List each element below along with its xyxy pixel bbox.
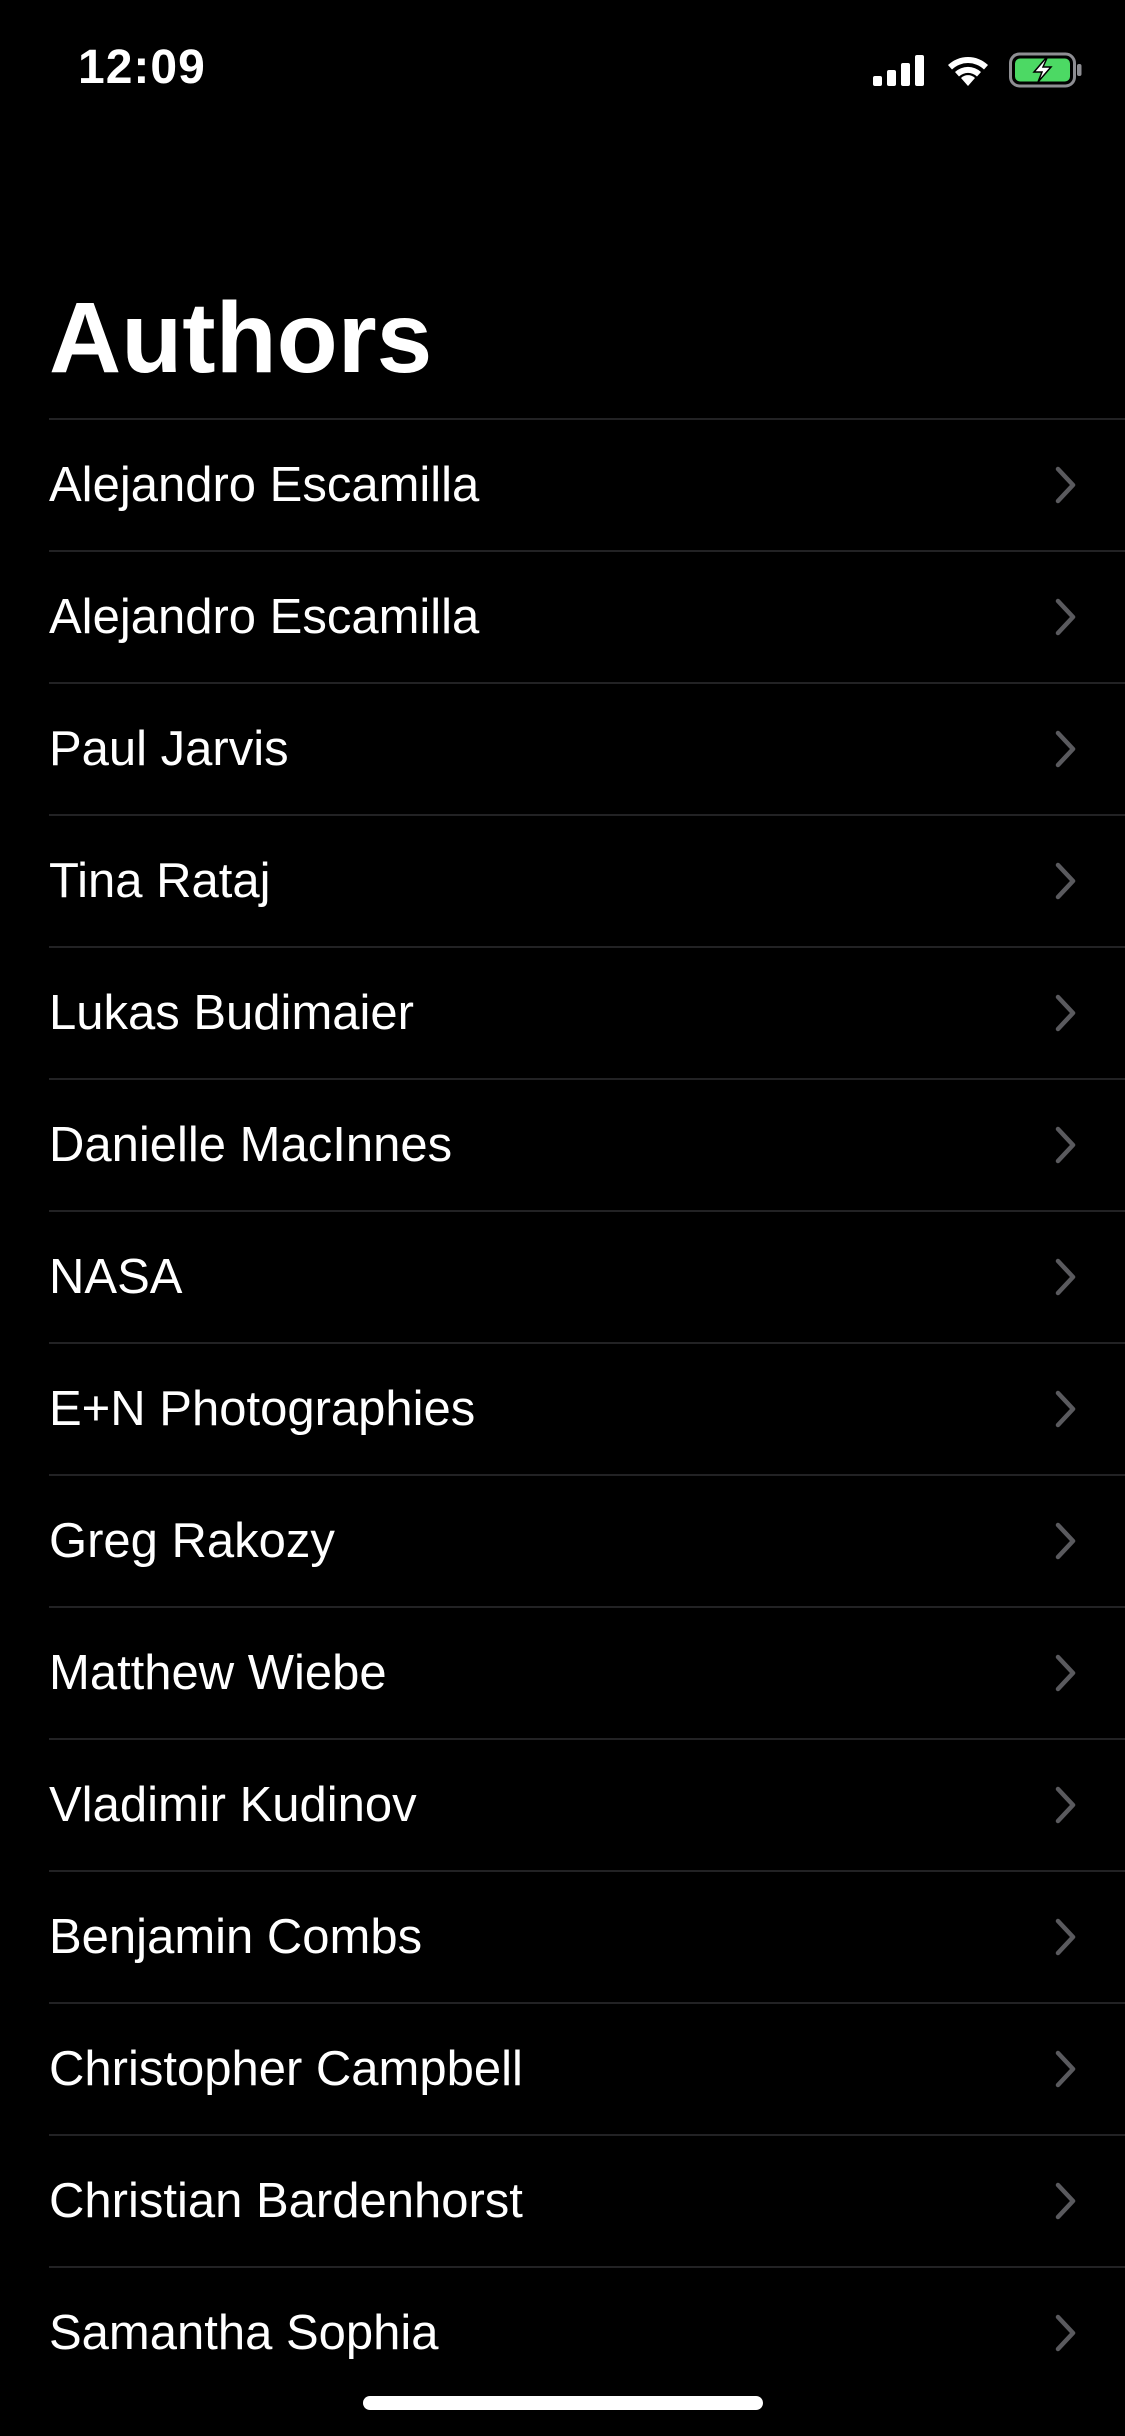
author-name: Matthew Wiebe bbox=[49, 1645, 387, 1700]
author-name: NASA bbox=[49, 1249, 183, 1304]
list-item[interactable]: Danielle MacInnes bbox=[49, 1078, 1125, 1210]
list-item[interactable]: Paul Jarvis bbox=[49, 682, 1125, 814]
author-name: Benjamin Combs bbox=[49, 1909, 423, 1964]
page-title: Authors bbox=[49, 282, 433, 394]
battery-charging-icon bbox=[1009, 52, 1082, 88]
status-bar: 12:09 bbox=[0, 0, 1125, 140]
home-indicator[interactable] bbox=[363, 2396, 763, 2410]
author-name: Danielle MacInnes bbox=[49, 1117, 453, 1172]
author-name: Alejandro Escamilla bbox=[49, 457, 480, 512]
author-name: E+N Photographies bbox=[49, 1381, 476, 1436]
author-name: Greg Rakozy bbox=[49, 1513, 335, 1568]
list-item[interactable]: Tina Rataj bbox=[49, 814, 1125, 946]
author-name: Vladimir Kudinov bbox=[49, 1777, 417, 1832]
list-item[interactable]: Christian Bardenhorst bbox=[49, 2134, 1125, 2266]
author-name: Alejandro Escamilla bbox=[49, 589, 480, 644]
chevron-right-icon bbox=[1055, 730, 1076, 768]
chevron-right-icon bbox=[1055, 1258, 1076, 1296]
status-time: 12:09 bbox=[78, 41, 206, 94]
author-name: Christopher Campbell bbox=[49, 2041, 523, 2096]
status-icons bbox=[873, 50, 1083, 90]
chevron-right-icon bbox=[1055, 2314, 1076, 2352]
chevron-right-icon bbox=[1055, 1522, 1076, 1560]
cellular-signal-icon bbox=[873, 55, 924, 86]
author-name: Samantha Sophia bbox=[49, 2305, 439, 2360]
list-item[interactable]: Alejandro Escamilla bbox=[49, 550, 1125, 682]
list-item[interactable]: Alejandro Escamilla bbox=[49, 418, 1125, 550]
chevron-right-icon bbox=[1055, 994, 1076, 1032]
list-item[interactable]: Greg Rakozy bbox=[49, 1474, 1125, 1606]
chevron-right-icon bbox=[1055, 1654, 1076, 1692]
chevron-right-icon bbox=[1055, 1126, 1076, 1164]
list-item[interactable]: Christopher Campbell bbox=[49, 2002, 1125, 2134]
chevron-right-icon bbox=[1055, 1390, 1076, 1428]
chevron-right-icon bbox=[1055, 1786, 1076, 1824]
author-name: Paul Jarvis bbox=[49, 721, 289, 776]
chevron-right-icon bbox=[1055, 598, 1076, 636]
list-item[interactable]: Benjamin Combs bbox=[49, 1870, 1125, 2002]
author-name: Lukas Budimaier bbox=[49, 985, 414, 1040]
author-name: Tina Rataj bbox=[49, 853, 271, 908]
author-list: Alejandro Escamilla Alejandro Escamilla Pa… bbox=[0, 418, 1125, 2398]
chevron-right-icon bbox=[1055, 466, 1076, 504]
author-name: Christian Bardenhorst bbox=[49, 2173, 523, 2228]
chevron-right-icon bbox=[1055, 1918, 1076, 1956]
wifi-icon bbox=[948, 57, 988, 86]
list-item[interactable]: Samantha Sophia bbox=[49, 2266, 1125, 2398]
chevron-right-icon bbox=[1055, 862, 1076, 900]
list-item[interactable]: Vladimir Kudinov bbox=[49, 1738, 1125, 1870]
list-item[interactable]: Lukas Budimaier bbox=[49, 946, 1125, 1078]
list-item[interactable]: NASA bbox=[49, 1210, 1125, 1342]
list-item[interactable]: Matthew Wiebe bbox=[49, 1606, 1125, 1738]
list-item[interactable]: E+N Photographies bbox=[49, 1342, 1125, 1474]
chevron-right-icon bbox=[1055, 2182, 1076, 2220]
chevron-right-icon bbox=[1055, 2050, 1076, 2088]
